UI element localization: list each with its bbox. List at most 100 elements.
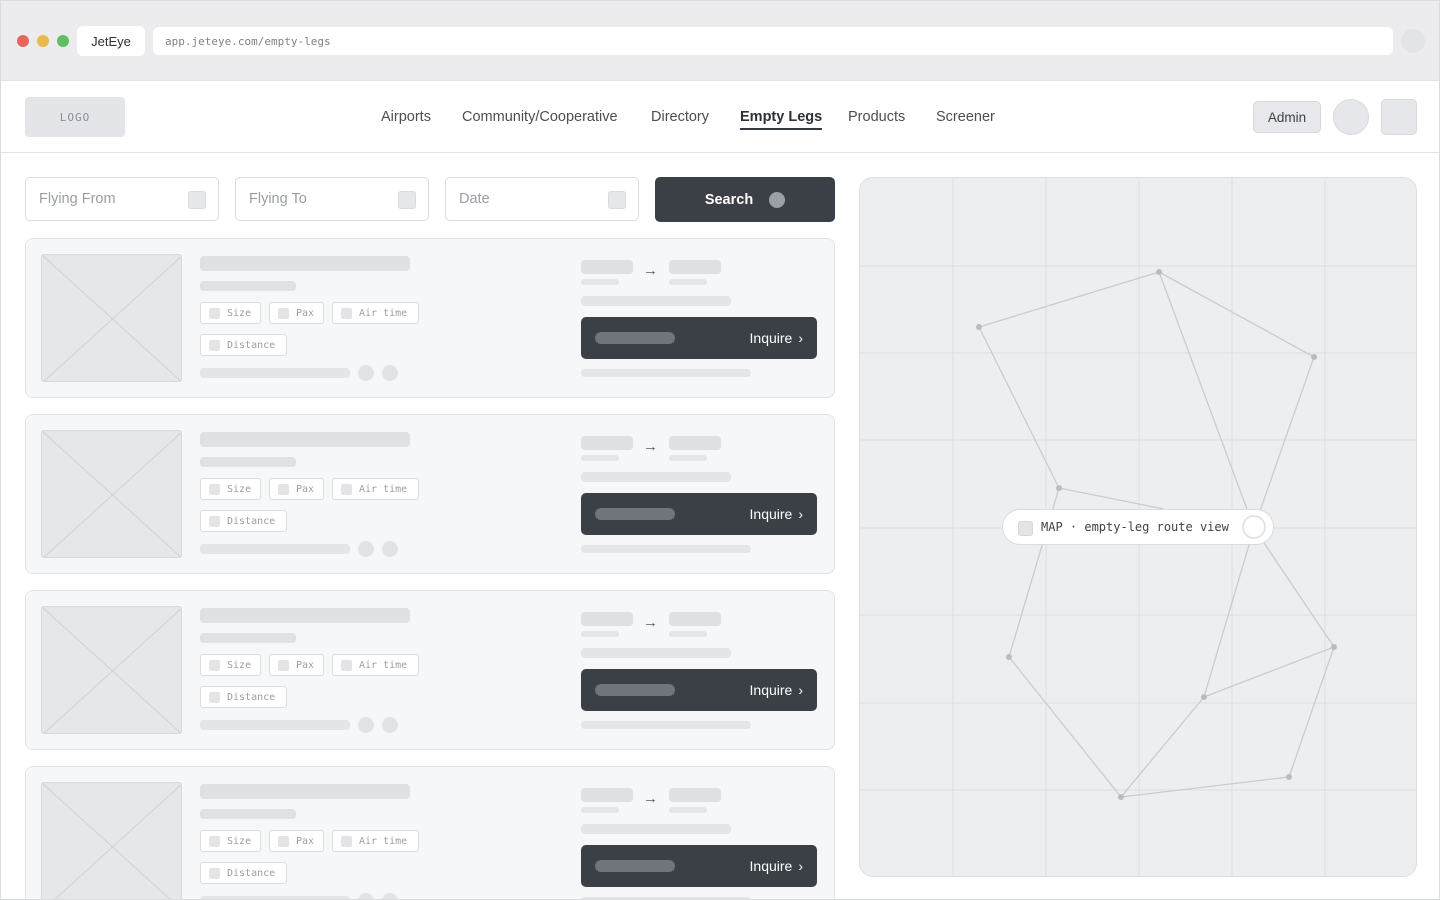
date-input[interactable]: Date <box>445 177 639 221</box>
search-button[interactable]: Search <box>655 177 835 222</box>
chip-label: Air time <box>359 835 408 847</box>
maximize-window-icon[interactable] <box>57 35 69 47</box>
destination-code-skeleton <box>669 788 721 802</box>
flying-from-input[interactable]: Flying From <box>25 177 219 221</box>
close-window-icon[interactable] <box>17 35 29 47</box>
operator-avatar <box>358 717 374 733</box>
avatar[interactable] <box>1333 99 1369 135</box>
search-icon <box>769 191 786 208</box>
map-label-text: MAP · empty-leg route view <box>1041 520 1229 534</box>
nav-community-cooperative[interactable]: Community/Cooperative <box>462 81 618 153</box>
destination-code-skeleton <box>669 436 721 450</box>
app-window: JetEye app.jeteye.com/empty-legs LOGO Ai… <box>0 0 1440 900</box>
aircraft-image-placeholder <box>41 606 182 734</box>
minimize-window-icon[interactable] <box>37 35 49 47</box>
chip-size: Size <box>200 830 261 852</box>
inquire-button[interactable]: Inquire › <box>581 493 817 535</box>
logo[interactable]: LOGO <box>25 97 125 137</box>
chevron-right-icon: › <box>798 330 803 346</box>
meta-skeleton <box>200 544 350 554</box>
location-icon <box>398 191 416 209</box>
nav-screener[interactable]: Screener <box>936 81 995 153</box>
spec-icon <box>209 340 220 351</box>
inquire-label: Inquire <box>749 330 793 346</box>
admin-button[interactable]: Admin <box>1253 101 1321 133</box>
nav-empty-legs[interactable]: Empty Legs <box>740 81 823 153</box>
app-header: LOGO Airports Community/Cooperative Dire… <box>1 81 1439 153</box>
price-skeleton <box>595 860 675 872</box>
chip-air-time: Air time <box>332 654 419 676</box>
title-skeleton <box>200 784 410 799</box>
operator-avatar <box>358 893 374 899</box>
footer-skeleton <box>581 721 751 729</box>
chip-label: Air time <box>359 483 408 495</box>
chip-label: Distance <box>227 515 276 527</box>
title-skeleton <box>200 432 410 447</box>
date-skeleton <box>581 648 731 658</box>
address-bar[interactable]: app.jeteye.com/empty-legs <box>153 27 1393 55</box>
nav-products[interactable]: Products <box>848 81 905 153</box>
inquire-label: Inquire <box>749 858 793 874</box>
chip-distance: Distance <box>200 686 287 708</box>
calendar-icon <box>608 191 626 209</box>
chip-air-time: Air time <box>332 478 419 500</box>
inquire-button[interactable]: Inquire › <box>581 317 817 359</box>
empty-leg-card[interactable]: Size Pax Air time Distance → Inquire › <box>25 590 835 750</box>
spec-icon <box>209 660 220 671</box>
spec-icon <box>209 836 220 847</box>
inquire-label: Inquire <box>749 682 793 698</box>
chip-label: Size <box>227 659 252 671</box>
footer-skeleton <box>581 369 751 377</box>
arrow-right-icon: → <box>643 438 658 455</box>
title-skeleton <box>200 256 410 271</box>
browser-profile-icon[interactable] <box>1401 29 1425 53</box>
origin-code-skeleton <box>581 260 633 274</box>
empty-leg-card[interactable]: Size Pax Air time Distance → Inquire › <box>25 238 835 398</box>
chip-label: Air time <box>359 659 408 671</box>
meta-skeleton <box>200 720 350 730</box>
chip-label: Pax <box>296 659 315 671</box>
aircraft-image-placeholder <box>41 254 182 382</box>
browser-chrome: JetEye app.jeteye.com/empty-legs <box>1 1 1439 81</box>
aircraft-image-placeholder <box>41 430 182 558</box>
chip-distance: Distance <box>200 334 287 356</box>
arrow-right-icon: → <box>643 262 658 279</box>
price-skeleton <box>595 332 675 344</box>
subtitle-skeleton <box>200 633 296 643</box>
aircraft-image-placeholder <box>41 782 182 899</box>
date-placeholder: Date <box>459 191 490 207</box>
chevron-right-icon: › <box>798 506 803 522</box>
chip-distance: Distance <box>200 510 287 532</box>
origin-code-skeleton <box>581 436 633 450</box>
chip-label: Size <box>227 835 252 847</box>
nav-directory[interactable]: Directory <box>651 81 709 153</box>
empty-leg-card[interactable]: Size Pax Air time Distance → Inquire › <box>25 414 835 574</box>
locate-icon[interactable] <box>1242 515 1266 539</box>
chip-label: Distance <box>227 867 276 879</box>
inquire-button[interactable]: Inquire › <box>581 669 817 711</box>
browser-tab[interactable]: JetEye <box>77 26 145 56</box>
map-icon <box>1018 521 1033 536</box>
date-skeleton <box>581 472 731 482</box>
chevron-right-icon: › <box>798 858 803 874</box>
chip-size: Size <box>200 478 261 500</box>
flying-to-input[interactable]: Flying To <box>235 177 429 221</box>
origin-code-skeleton <box>581 612 633 626</box>
spec-icon <box>209 484 220 495</box>
chip-distance: Distance <box>200 862 287 884</box>
spec-icon <box>209 868 220 879</box>
inquire-button[interactable]: Inquire › <box>581 845 817 887</box>
origin-code-skeleton <box>581 788 633 802</box>
chip-label: Air time <box>359 307 408 319</box>
spec-icon <box>278 836 289 847</box>
subtitle-skeleton <box>200 457 296 467</box>
route-map[interactable]: MAP · empty-leg route view <box>859 177 1417 877</box>
spec-icon <box>278 308 289 319</box>
nav-airports[interactable]: Airports <box>381 81 431 153</box>
destination-name-skeleton <box>669 631 707 637</box>
empty-leg-card[interactable]: Size Pax Air time Distance → Inquire › <box>25 766 835 899</box>
menu-button[interactable] <box>1381 99 1417 135</box>
origin-name-skeleton <box>581 807 619 813</box>
spec-icon <box>278 660 289 671</box>
arrow-right-icon: → <box>643 790 658 807</box>
